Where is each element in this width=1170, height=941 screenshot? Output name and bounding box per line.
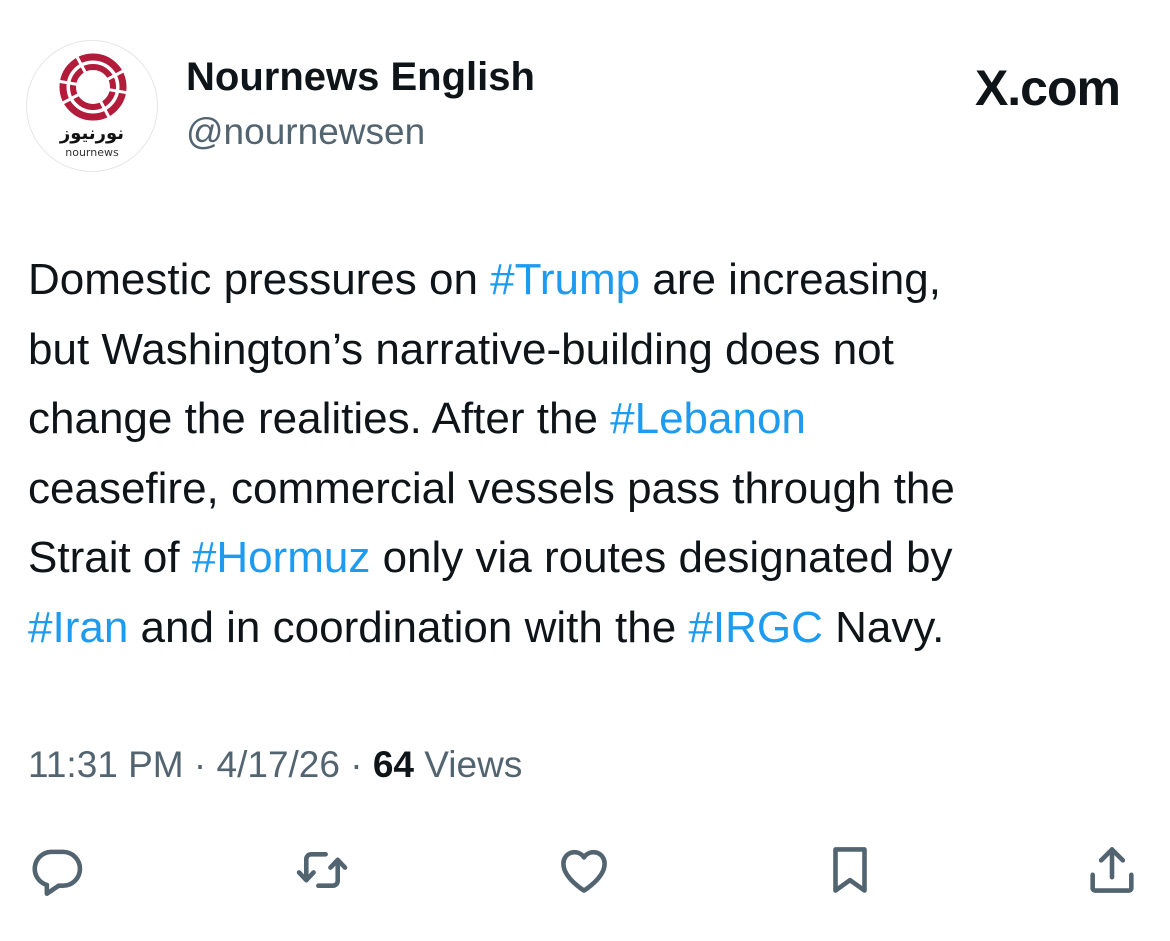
tweet-time[interactable]: 11:31 PM [28, 744, 184, 785]
x-com-watermark: X.com [974, 60, 1121, 116]
tweet-line: ceasefire, commercial vessels pass throu… [28, 454, 1138, 524]
hashtag-link[interactable]: #Lebanon [610, 394, 806, 443]
tweet-text: Domestic pressures on #Trump are increas… [28, 245, 1138, 662]
tweet-text-segment: and in coordination with the [128, 602, 689, 652]
share-button[interactable] [1080, 838, 1144, 902]
avatar-brand-latin: nournews [65, 146, 119, 159]
bookmark-button[interactable] [818, 838, 882, 902]
like-button[interactable] [552, 838, 616, 902]
tweet-line: #Iran and in coordination with the #IRGC… [28, 593, 1138, 663]
hashtag-link[interactable]: #Trump [490, 255, 640, 304]
meta-separator: · [183, 744, 217, 785]
tweet-line: Strait of #Hormuz only via routes design… [28, 523, 1138, 593]
tweet-text-segment: Navy. [822, 602, 945, 652]
tweet-text-segment: are increasing, [640, 255, 941, 304]
retweet-button[interactable] [290, 838, 354, 902]
tweet-text-segment: Strait of [28, 533, 192, 582]
action-bar [0, 830, 1170, 910]
tweet-meta: 11:31 PM · 4/17/26 · 64 Views [28, 740, 522, 790]
hashtag-link[interactable]: #Iran [28, 603, 128, 652]
tweet-text-segment: but Washington’s narrative-building does… [28, 324, 894, 374]
share-icon [1090, 847, 1134, 893]
tweet-line: but Washington’s narrative-building does… [28, 315, 1138, 385]
meta-separator: · [339, 744, 373, 785]
tweet-text-segment: only via routes designated by [370, 533, 953, 582]
tweet-text-segment: change the realities. After the [28, 394, 611, 443]
bookmark-icon [833, 847, 867, 893]
user-handle[interactable]: @nournewsen [186, 110, 425, 154]
views-label[interactable]: Views [414, 744, 522, 785]
tweet-line: change the realities. After the #Lebanon [28, 384, 1138, 454]
tweet-text-segment: ceasefire, commercial vessels pass throu… [28, 463, 955, 513]
like-icon [561, 849, 607, 893]
tweet-date[interactable]: 4/17/26 [217, 744, 340, 785]
retweet-icon [296, 851, 348, 889]
tweet-card: نورنیوز nournews Nournews English @nourn… [0, 0, 1170, 941]
views-count[interactable]: 64 [373, 744, 414, 785]
avatar[interactable]: نورنیوز nournews [26, 40, 158, 172]
nournews-logo-icon [56, 52, 130, 122]
reply-icon [32, 849, 83, 896]
hashtag-link[interactable]: #Hormuz [192, 533, 371, 582]
avatar-brand-persian: نورنیوز [59, 123, 125, 144]
reply-button[interactable] [25, 838, 89, 902]
hashtag-link[interactable]: #IRGC [688, 603, 822, 652]
tweet-line: Domestic pressures on #Trump are increas… [28, 245, 1138, 315]
tweet-text-segment: Domestic pressures on [28, 255, 491, 304]
display-name[interactable]: Nournews English [186, 54, 535, 100]
